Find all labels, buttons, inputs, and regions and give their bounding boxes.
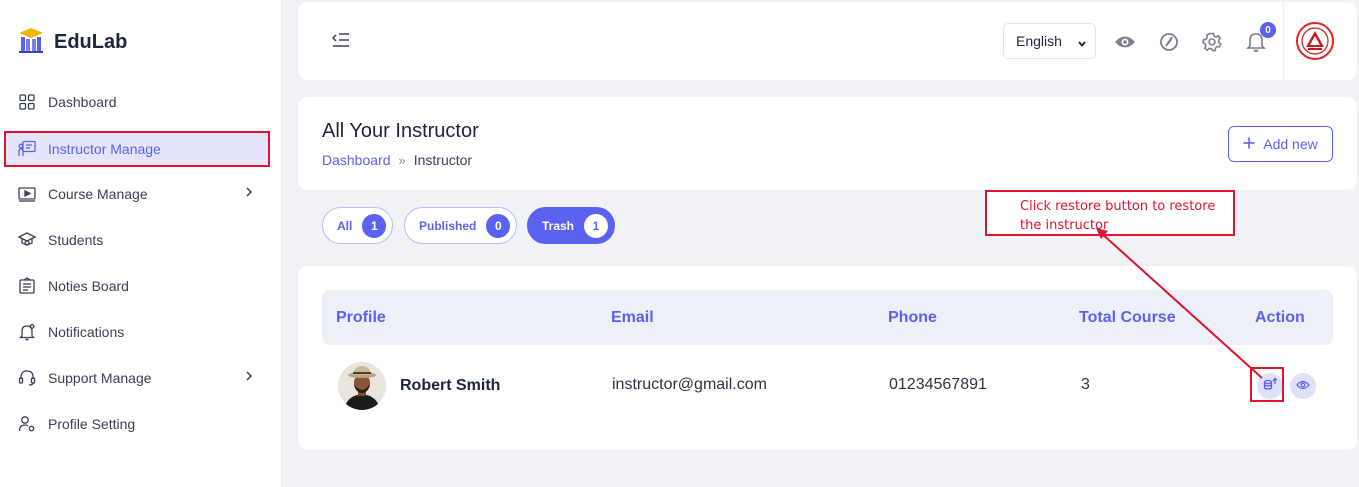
filter-count-badge: 1 [362,213,387,238]
brand-logo[interactable]: EduLab [16,26,127,59]
breadcrumb-link-dashboard[interactable]: Dashboard [322,152,391,168]
sidebar-item-label: Students [48,232,104,248]
top-bar: English 0 [298,2,1357,80]
chevron-down-icon [1077,36,1087,52]
eye-icon[interactable] [1113,30,1137,54]
breadcrumb-current: Instructor [413,152,473,168]
add-new-label: Add new [1263,136,1318,152]
divider [1283,2,1284,80]
annotation-text: Click restore button to restore [1020,199,1216,214]
sidebar-item-label: Notifications [48,324,125,340]
breadcrumb: Dashboard » Instructor [322,152,472,168]
graduation-cap-icon [16,229,38,251]
notice-board-icon [16,275,38,297]
sidebar-item-label: Profile Setting [48,416,136,432]
page-title: All Your Instructor [322,120,479,142]
theme-toggle-icon[interactable] [1157,30,1181,54]
instructor-name: Robert Smith [400,377,501,394]
instructor-phone: 01234567891 [889,376,987,393]
annotation-text: the instructor [1020,218,1109,233]
column-header-total-course: Total Course [1079,309,1176,326]
sidebar-item-label: Support Manage [48,370,152,386]
column-header-profile: Profile [336,309,386,326]
headset-icon [16,367,38,389]
language-select[interactable]: English [1003,23,1096,59]
video-icon [16,183,38,205]
chevron-right-icon [244,185,254,201]
avatar[interactable] [1296,22,1334,60]
instructor-total-course: 3 [1081,376,1090,393]
column-header-phone: Phone [888,309,937,326]
profile-cell: Robert Smith [338,362,500,410]
filter-count-badge: 1 [584,213,609,238]
page-header: All Your Instructor Dashboard » Instruct… [298,97,1357,190]
sidebar-item-course-manage[interactable]: Course Manage [6,177,268,211]
sidebar-item-dashboard[interactable]: Dashboard [6,85,268,119]
sidebar-item-label: Course Manage [48,186,148,202]
instructor-email: instructor@gmail.com [612,376,767,393]
bell-icon [16,321,38,343]
sidebar-item-label: Noties Board [48,278,129,294]
sidebar-item-label: Dashboard [48,94,117,110]
sidebar-item-students[interactable]: Students [6,223,268,257]
collapse-menu-icon[interactable] [331,32,350,53]
grid-icon [16,91,38,113]
plus-icon [1243,136,1255,152]
filter-label: Trash [542,218,575,233]
add-new-button[interactable]: Add new [1228,126,1333,162]
language-select-value: English [1016,33,1062,49]
annotation-callout: Click restore button to restore the inst… [985,190,1235,236]
annotation-highlight-box [4,131,270,167]
filter-label: All [337,218,353,233]
filter-tab-trash[interactable]: Trash 1 [527,207,616,244]
column-header-action: Action [1255,309,1305,326]
organization-logo-icon [1301,27,1329,55]
notification-count-badge: 0 [1260,22,1276,38]
filter-tab-all[interactable]: All 1 [322,207,394,244]
annotation-highlight-box [1250,367,1284,402]
filter-tab-published[interactable]: Published 0 [404,207,518,244]
filter-label: Published [419,218,477,233]
sidebar-item-profile-setting[interactable]: Profile Setting [6,407,268,441]
user-settings-icon [16,413,38,435]
gear-icon[interactable] [1200,30,1224,54]
chevron-right-icon [244,369,254,385]
sidebar-item-support-manage[interactable]: Support Manage [6,361,268,395]
breadcrumb-separator: » [398,152,406,168]
view-button[interactable] [1290,373,1316,399]
sidebar-item-noties-board[interactable]: Noties Board [6,269,268,303]
sidebar: EduLab Dashboard Instructor Manage Cours… [0,0,282,487]
instructor-avatar [338,362,386,410]
column-header-email: Email [611,309,654,326]
sidebar-item-notifications[interactable]: Notifications [6,315,268,349]
eye-icon [1296,377,1310,395]
edulab-logo-icon [16,26,46,59]
table-header-row: Profile Email Phone Total Course Action [322,290,1333,345]
brand-name: EduLab [54,31,128,53]
filter-count-badge: 0 [486,213,511,238]
instructor-table: Profile Email Phone Total Course Action … [298,266,1357,450]
